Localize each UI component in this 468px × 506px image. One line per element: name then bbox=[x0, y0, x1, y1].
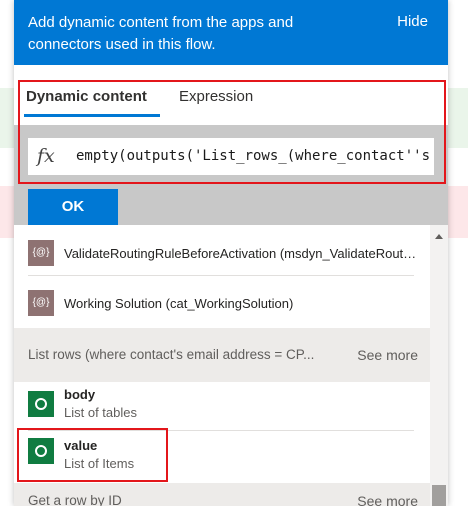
expression-text[interactable]: empty(outputs('List_rows_(where_contact'… bbox=[76, 148, 430, 164]
fx-icon: fx bbox=[37, 145, 55, 167]
background-success-stripe bbox=[0, 88, 14, 148]
tab-bar: Dynamic content Expression bbox=[14, 65, 448, 125]
background-page-left bbox=[0, 0, 14, 506]
list-item[interactable]: {@} Working Solution (cat_WorkingSolutio… bbox=[14, 276, 430, 328]
dynamic-content-flyout: Add dynamic content from the apps and co… bbox=[14, 0, 448, 506]
background-success-stripe bbox=[448, 88, 468, 148]
expression-input[interactable]: fx empty(outputs('List_rows_(where_conta… bbox=[28, 138, 434, 175]
dynamic-content-list: {@} ValidateRoutingRuleBeforeActivation … bbox=[14, 225, 430, 506]
list-item-title: ValidateRoutingRuleBeforeActivation (msd… bbox=[64, 246, 419, 261]
list-item[interactable]: value List of Items bbox=[14, 431, 430, 483]
selected-tab-indicator bbox=[24, 114, 160, 117]
expression-area: fx empty(outputs('List_rows_(where_conta… bbox=[14, 125, 448, 225]
flyout-header: Add dynamic content from the apps and co… bbox=[14, 0, 448, 65]
list-item[interactable]: body List of tables bbox=[14, 382, 430, 430]
hide-button[interactable]: Hide bbox=[397, 13, 428, 30]
see-more-button[interactable]: See more bbox=[357, 493, 418, 506]
dataverse-icon bbox=[28, 438, 54, 464]
list-item-subtitle: List of Items bbox=[64, 456, 135, 471]
list-item-title: Working Solution (cat_WorkingSolution) bbox=[64, 296, 294, 311]
variable-icon: {@} bbox=[28, 290, 54, 316]
see-more-button[interactable]: See more bbox=[357, 347, 418, 363]
group-header: List rows (where contact's email address… bbox=[14, 328, 430, 382]
tab-dynamic-content[interactable]: Dynamic content bbox=[26, 88, 147, 105]
variable-icon: {@} bbox=[28, 240, 54, 266]
list-item[interactable]: {@} ValidateRoutingRuleBeforeActivation … bbox=[14, 225, 430, 275]
background-page-right bbox=[448, 0, 468, 506]
scroll-thumb[interactable] bbox=[432, 485, 446, 506]
list-item-title: value bbox=[64, 438, 98, 453]
background-error-stripe bbox=[448, 186, 468, 238]
ok-button[interactable]: OK bbox=[28, 189, 118, 225]
dataverse-icon bbox=[28, 391, 54, 417]
list-item-title: body bbox=[64, 387, 96, 402]
header-description: Add dynamic content from the apps and co… bbox=[28, 14, 294, 53]
background-error-stripe bbox=[0, 186, 14, 238]
group-title: Get a row by ID bbox=[28, 493, 122, 506]
tab-expression[interactable]: Expression bbox=[179, 88, 253, 105]
group-header: Get a row by ID See more bbox=[14, 483, 430, 506]
scroll-up-arrow-icon[interactable] bbox=[435, 234, 443, 239]
list-item-subtitle: List of tables bbox=[64, 405, 137, 420]
group-title: List rows (where contact's email address… bbox=[28, 347, 315, 362]
scrollbar[interactable] bbox=[430, 225, 448, 506]
